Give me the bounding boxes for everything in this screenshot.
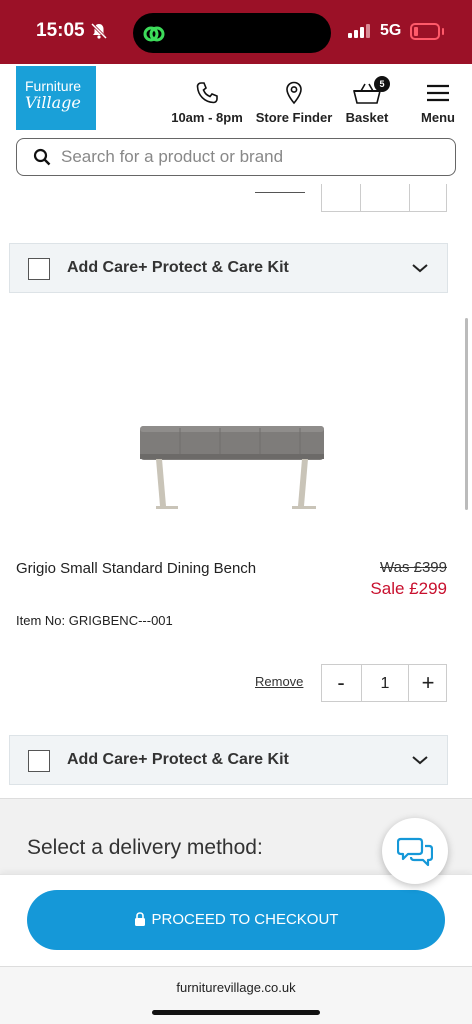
search-input[interactable]	[61, 147, 441, 167]
chat-button[interactable]	[382, 818, 448, 884]
care-plan-checkbox[interactable]	[28, 258, 50, 280]
proceed-to-checkout-button[interactable]: PROCEED TO CHECKOUT	[27, 890, 445, 950]
product-name[interactable]: Grigio Small Standard Dining Bench	[16, 560, 256, 577]
store-finder-link[interactable]: Store Finder	[255, 80, 333, 125]
network-type: 5G	[380, 22, 402, 39]
care-plan-row[interactable]: Add Care+ Protect & Care Kit	[9, 735, 448, 785]
chevron-down-icon[interactable]	[411, 754, 429, 766]
sale-price: Sale £299	[370, 579, 447, 598]
status-bar: 15:05 5G	[0, 0, 472, 64]
menu-label: Menu	[421, 110, 455, 125]
item-number: Item No: GRIGBENC---001	[16, 613, 173, 628]
bell-off-icon	[90, 22, 108, 40]
logo-line-1: Furniture	[25, 78, 82, 94]
battery-tip	[442, 28, 444, 35]
previous-remove-link[interactable]	[255, 192, 305, 193]
quantity-value[interactable]: 1	[361, 665, 409, 701]
quantity-stepper: - 1 +	[321, 664, 447, 702]
product-image[interactable]	[120, 410, 350, 520]
stepper-divider	[409, 184, 410, 211]
basket-count-badge: 5	[374, 76, 390, 92]
stepper-divider	[360, 184, 361, 211]
care-plan-label: Add Care+ Protect & Care Kit	[67, 259, 289, 276]
delivery-title: Select a delivery method:	[27, 836, 263, 859]
search-icon[interactable]	[33, 148, 51, 166]
care-plan-label: Add Care+ Protect & Care Kit	[67, 751, 289, 768]
link-icon	[143, 26, 165, 42]
opening-hours-label: 10am - 8pm	[171, 110, 243, 125]
phone-icon	[196, 82, 218, 104]
care-plan-checkbox[interactable]	[28, 750, 50, 772]
chevron-down-icon[interactable]	[411, 262, 429, 274]
was-price: Was £399	[380, 559, 447, 576]
care-plan-row[interactable]: Add Care+ Protect & Care Kit	[9, 243, 448, 293]
previous-quantity-stepper[interactable]	[321, 184, 447, 212]
decrease-quantity-button[interactable]: -	[322, 665, 360, 701]
increase-quantity-button[interactable]: +	[409, 665, 447, 701]
store-finder-label: Store Finder	[255, 110, 333, 125]
chat-bubbles-icon	[397, 837, 433, 867]
furniture-village-logo[interactable]: Furniture Village	[16, 66, 96, 130]
location-pin-icon	[286, 81, 302, 105]
opening-hours-link[interactable]: 10am - 8pm	[170, 80, 244, 125]
url-text[interactable]: furniturevillage.co.uk	[0, 980, 472, 995]
basket-label: Basket	[345, 110, 389, 125]
signal-icon	[348, 24, 370, 38]
lock-icon	[134, 911, 145, 926]
status-time: 15:05	[36, 20, 85, 41]
home-indicator[interactable]	[152, 1010, 320, 1015]
logo-line-2: Village	[25, 93, 81, 112]
browser-url-bar[interactable]	[0, 966, 472, 1024]
search-bar[interactable]	[16, 138, 456, 176]
hamburger-menu-icon	[427, 84, 449, 102]
remove-link[interactable]: Remove	[255, 674, 303, 689]
scrollbar[interactable]	[465, 318, 468, 510]
battery-icon	[410, 23, 440, 40]
checkout-label: PROCEED TO CHECKOUT	[151, 911, 339, 928]
menu-button[interactable]: Menu	[418, 80, 458, 125]
